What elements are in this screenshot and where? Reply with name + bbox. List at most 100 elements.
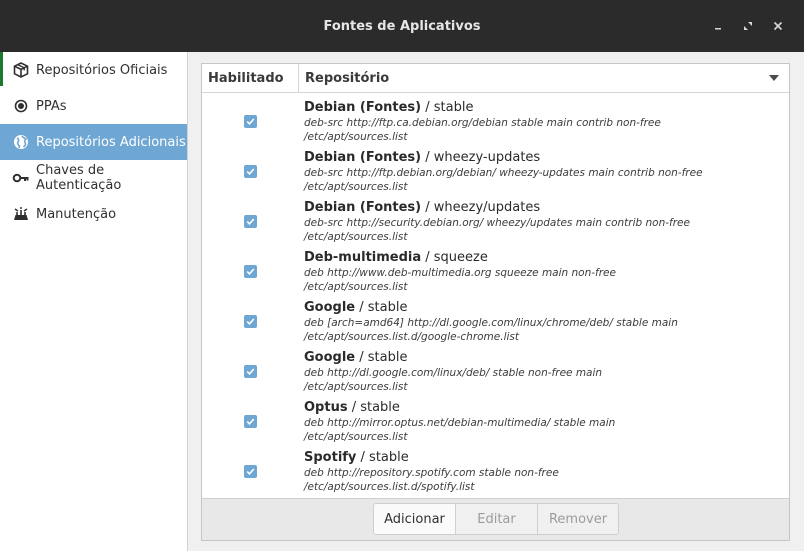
enabled-checkbox[interactable] (244, 164, 257, 178)
minimize-icon[interactable] (710, 18, 726, 34)
key-icon (12, 169, 30, 187)
repository-title: Google / stable (304, 300, 789, 316)
enabled-checkbox[interactable] (244, 314, 257, 328)
repository-file-path: /etc/apt/sources.list (304, 381, 408, 393)
app-window: Fontes de Aplicativos Repositórios Ofici… (0, 0, 804, 551)
sidebar-item-additional-repos[interactable]: Repositórios Adicionais (0, 124, 187, 160)
enabled-checkbox[interactable] (244, 114, 257, 128)
column-header-repository[interactable]: Repositório (299, 64, 789, 92)
globe-icon (12, 133, 30, 151)
repository-name: Optus (304, 400, 348, 415)
enabled-cell (202, 294, 299, 344)
ppa-dot-icon (12, 97, 30, 115)
title-bar[interactable]: Fontes de Aplicativos (0, 0, 804, 52)
table-row[interactable]: Debian (Fontes) / wheezy/updates deb-src… (202, 194, 789, 244)
edit-button[interactable]: Editar (456, 503, 538, 535)
table-row[interactable]: Debian (Fontes) / wheezy-updates deb-src… (202, 144, 789, 194)
repository-cell: Optus / stable deb http://mirror.optus.n… (299, 394, 789, 444)
enabled-cell (202, 94, 299, 144)
sidebar-item-official-repos[interactable]: Repositórios Oficiais (0, 52, 187, 88)
table-row[interactable]: Google / stable deb http://dl.google.com… (202, 344, 789, 394)
enabled-cell (202, 244, 299, 294)
repository-name: Google (304, 300, 356, 315)
action-bar: Adicionar Editar Remover (202, 498, 789, 540)
maximize-icon[interactable] (740, 18, 756, 34)
repository-cell: Google / stable deb http://dl.google.com… (299, 344, 789, 394)
repository-suite: / stable (347, 400, 400, 415)
enabled-cell (202, 444, 299, 494)
repository-list[interactable]: Debian (Fontes) / stable deb-src http://… (202, 94, 789, 498)
repository-suite: / stable (421, 100, 474, 115)
enabled-checkbox[interactable] (244, 414, 257, 428)
window-title: Fontes de Aplicativos (323, 18, 481, 34)
package-icon (12, 61, 30, 79)
repository-file-path: /etc/apt/sources.list (304, 181, 408, 193)
repository-title: Spotify / stable (304, 450, 789, 466)
repository-file-path: /etc/apt/sources.list (304, 431, 408, 443)
table-row[interactable]: Deb-multimedia / squeeze deb http://www.… (202, 244, 789, 294)
sidebar-item-label: Manutenção (36, 206, 117, 222)
repository-source-line: deb-src http://ftp.ca.debian.org/debian … (304, 117, 661, 129)
table-row[interactable]: Spotify / stable deb http://repository.s… (202, 444, 789, 494)
repository-title: Optus / stable (304, 400, 789, 416)
sort-arrow-icon (769, 75, 779, 81)
sidebar-item-ppas[interactable]: PPAs (0, 88, 187, 124)
sidebar-list: Repositórios Oficiais PPAs Repositórios … (0, 52, 187, 232)
repository-cell: Debian (Fontes) / stable deb-src http://… (299, 94, 789, 144)
repository-file-path: /etc/apt/sources.list (304, 231, 408, 243)
enabled-cell (202, 394, 299, 444)
table-row[interactable]: Optus / stable deb http://mirror.optus.n… (202, 394, 789, 444)
column-header-label: Repositório (305, 70, 390, 86)
repository-file-path: /etc/apt/sources.list.d/google-chrome.li… (304, 331, 520, 343)
sidebar-item-maintenance[interactable]: Manutenção (0, 196, 187, 232)
table-row[interactable]: Google / stable deb [arch=amd64] http://… (202, 294, 789, 344)
repository-source-line: deb [arch=amd64] http://dl.google.com/li… (304, 317, 678, 329)
repository-table-panel: Habilitado Repositório Debian (Fontes) /… (201, 63, 790, 541)
sidebar: Repositórios Oficiais PPAs Repositórios … (0, 52, 188, 551)
repository-title: Debian (Fontes) / stable (304, 100, 789, 116)
repository-suite: / stable (355, 350, 408, 365)
table-header: Habilitado Repositório (202, 64, 789, 93)
repository-title: Debian (Fontes) / wheezy-updates (304, 150, 789, 166)
repository-name: Deb-multimedia (304, 250, 422, 265)
repository-name: Spotify (304, 450, 357, 465)
enabled-checkbox[interactable] (244, 214, 257, 228)
action-button-group: Adicionar Editar Remover (373, 503, 619, 535)
repository-cell: Google / stable deb [arch=amd64] http://… (299, 294, 789, 344)
repository-file-path: /etc/apt/sources.list.d/spotify.list (304, 481, 475, 493)
window-edge-accent (0, 52, 3, 86)
enabled-checkbox[interactable] (244, 364, 257, 378)
repository-name: Debian (Fontes) (304, 200, 422, 215)
repository-source-line: deb http://www.deb-multimedia.org squeez… (304, 267, 616, 279)
sidebar-item-label: PPAs (36, 98, 67, 114)
repository-cell: Spotify / stable deb http://repository.s… (299, 444, 789, 494)
repository-source-line: deb http://dl.google.com/linux/deb/ stab… (304, 367, 603, 379)
repository-cell: Debian (Fontes) / wheezy-updates deb-src… (299, 144, 789, 194)
column-header-enabled[interactable]: Habilitado (202, 64, 299, 92)
sidebar-item-label: Repositórios Adicionais (36, 134, 186, 150)
enabled-cell (202, 194, 299, 244)
repository-cell: Debian (Fontes) / wheezy/updates deb-src… (299, 194, 789, 244)
repository-suite: / stable (355, 300, 408, 315)
enabled-checkbox[interactable] (244, 264, 257, 278)
remove-button[interactable]: Remover (538, 503, 619, 535)
repository-source-line: deb-src http://security.debian.org/ whee… (304, 217, 690, 229)
enabled-checkbox[interactable] (244, 464, 257, 478)
repository-source-line: deb http://mirror.optus.net/debian-multi… (304, 417, 616, 429)
maintenance-icon (12, 205, 30, 223)
sidebar-item-label: Chaves de Autenticação (36, 163, 122, 193)
repository-suite: / wheezy/updates (421, 200, 541, 215)
repository-cell: Deb-multimedia / squeeze deb http://www.… (299, 244, 789, 294)
repository-suite: / stable (356, 450, 409, 465)
repository-suite: / squeeze (421, 250, 488, 265)
repository-name: Debian (Fontes) (304, 150, 422, 165)
repository-file-path: /etc/apt/sources.list (304, 131, 408, 143)
repository-file-path: /etc/apt/sources.list (304, 281, 408, 293)
add-button[interactable]: Adicionar (373, 503, 456, 535)
sidebar-item-auth-keys[interactable]: Chaves de Autenticação (0, 160, 187, 196)
repository-title: Google / stable (304, 350, 789, 366)
repository-source-line: deb-src http://ftp.debian.org/debian/ wh… (304, 167, 703, 179)
table-row[interactable]: Debian (Fontes) / stable deb-src http://… (202, 94, 789, 144)
close-icon[interactable] (770, 18, 786, 34)
repository-suite: / wheezy-updates (421, 150, 541, 165)
